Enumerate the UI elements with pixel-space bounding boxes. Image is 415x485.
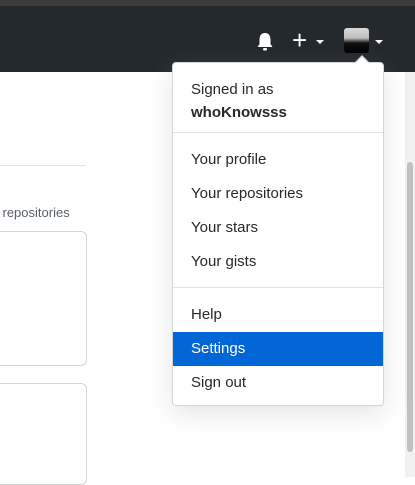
menu-divider bbox=[173, 287, 383, 288]
menu-item-your-profile[interactable]: Your profile bbox=[173, 143, 383, 177]
menu-item-your-repositories[interactable]: Your repositories bbox=[173, 177, 383, 211]
repository-card[interactable] bbox=[0, 231, 87, 366]
chevron-down-icon[interactable] bbox=[316, 40, 324, 44]
menu-item-settings[interactable]: Settings bbox=[173, 332, 383, 366]
bell-icon[interactable] bbox=[256, 32, 274, 52]
user-menu-dropdown: Signed in as whoKnowsss Your profile You… bbox=[172, 55, 384, 406]
username: whoKnowsss bbox=[191, 104, 287, 121]
plus-icon[interactable]: + bbox=[292, 27, 307, 53]
repositories-text: l repositories bbox=[0, 205, 70, 220]
signed-in-label: Signed in as bbox=[191, 81, 274, 98]
window-top-strip bbox=[0, 0, 415, 6]
menu-item-your-stars[interactable]: Your stars bbox=[173, 211, 383, 245]
divider bbox=[0, 165, 86, 166]
menu-item-your-gists[interactable]: Your gists bbox=[173, 245, 383, 279]
dropdown-arrow-inner bbox=[355, 57, 369, 64]
menu-item-sign-out[interactable]: Sign out bbox=[173, 366, 383, 400]
scrollbar-thumb[interactable] bbox=[407, 162, 413, 452]
menu-item-help[interactable]: Help bbox=[173, 298, 383, 332]
chevron-down-icon[interactable] bbox=[375, 40, 383, 44]
menu-divider bbox=[173, 132, 383, 133]
repository-card[interactable] bbox=[0, 383, 87, 485]
scrollbar-track[interactable] bbox=[405, 72, 415, 477]
avatar[interactable] bbox=[344, 28, 369, 53]
